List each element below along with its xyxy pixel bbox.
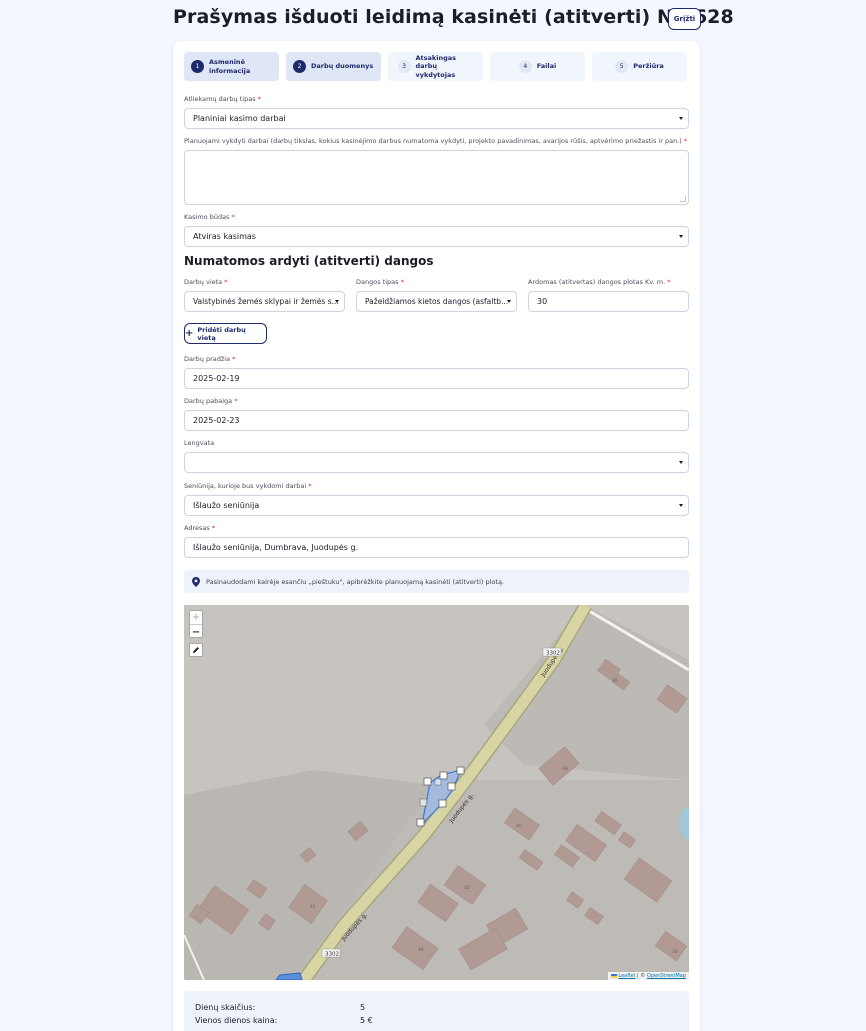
discount-label: Lengvata xyxy=(184,439,215,447)
leaflet-link[interactable]: Leaflet xyxy=(618,973,635,979)
address-input[interactable]: Išlaužo seniūnija, Dumbrava, Juodupės g. xyxy=(184,537,689,558)
house-number: 34 xyxy=(672,949,678,955)
step-label: Darbų duomenys xyxy=(311,62,374,71)
house-number: 44 xyxy=(418,947,424,953)
chevron-down-icon xyxy=(679,235,683,238)
add-work-place-button[interactable]: + Pridėti darbų vietą xyxy=(184,323,267,344)
area-label: Ardomas (atitvertas) dangos plotas Kv. m… xyxy=(528,278,671,286)
location-pin-icon xyxy=(192,576,200,587)
planned-work-textarea[interactable] xyxy=(184,150,689,205)
zoom-control: + − xyxy=(189,610,203,638)
eldership-label: Seniūnija, kurioje bus vykdomi darbai * xyxy=(184,482,312,490)
pencil-icon xyxy=(193,647,199,653)
surface-type-label: Dangos tipas * xyxy=(356,278,404,286)
add-work-place-label: Pridėti darbų vietą xyxy=(197,325,246,342)
back-button[interactable]: Grįžti xyxy=(668,8,701,30)
form-card: 1 Asmeninė informacija 2 Darbų duomenys … xyxy=(173,41,700,1031)
end-date-label: Darbų pabaiga * xyxy=(184,397,238,405)
step-label: Asmeninė informacija xyxy=(209,58,251,75)
section-title: Numatomos ardyti (atitverti) dangos xyxy=(184,254,434,268)
map-hint-text: Pasinaudodami kairėje esančiu „pieštuku"… xyxy=(206,577,505,586)
start-date-input[interactable]: 2025-02-19 xyxy=(184,368,689,389)
end-date-input[interactable]: 2025-02-23 xyxy=(184,410,689,431)
summary-box: Dienų skaičius: 5 Vienos dienos kaina: 5… xyxy=(184,991,689,1031)
map[interactable]: Juodupės g. Juodupės g. Juodupės g. 3302… xyxy=(184,605,689,980)
house-number: 42 xyxy=(464,885,470,891)
dig-method-label: Kasimo būdas * xyxy=(184,213,235,221)
eldership-select[interactable]: Išlaužo seniūnija xyxy=(184,495,689,516)
work-place-select[interactable]: Valstybinės žemės sklypai ir žemės s... xyxy=(184,291,345,312)
house-number: 36 xyxy=(562,766,568,772)
step-label: Atsakingas darbų vykdytojas xyxy=(415,53,456,79)
work-type-label: Atliekamų darbų tipas * xyxy=(184,95,261,103)
step-files[interactable]: 4 Failai xyxy=(490,52,585,81)
chevron-down-icon xyxy=(507,300,511,303)
step-number: 5 xyxy=(615,60,629,73)
planned-work-label: Planuojami vykdyti darbai (darbų tikslas… xyxy=(184,137,688,145)
chevron-down-icon xyxy=(679,117,683,120)
osm-link[interactable]: OpenStreetMap xyxy=(647,973,686,979)
house-number: 41 xyxy=(310,904,316,910)
step-label: Failai xyxy=(536,62,557,71)
start-date-label: Darbų pradžia * xyxy=(184,355,236,363)
step-number: 2 xyxy=(293,60,306,73)
house-number: 40 xyxy=(516,823,522,829)
attribution-separator: | © xyxy=(635,973,647,979)
zoom-out-button[interactable]: − xyxy=(190,625,202,639)
map-attribution: Leaflet | © OpenStreetMap xyxy=(607,972,689,980)
ukraine-flag-icon xyxy=(610,973,617,978)
road-code-label: 3302 xyxy=(546,651,560,657)
surface-type-select[interactable]: Pažeidžiamos kietos dangos (asfaltb... xyxy=(356,291,517,312)
area-input[interactable]: 30 xyxy=(528,291,689,312)
chevron-down-icon xyxy=(679,461,683,464)
step-personal-info[interactable]: 1 Asmeninė informacija xyxy=(184,52,279,81)
chevron-down-icon xyxy=(679,504,683,507)
chevron-down-icon xyxy=(335,300,339,303)
step-review[interactable]: 5 Peržiūra xyxy=(592,52,687,81)
draw-polygon-button[interactable] xyxy=(189,643,203,657)
step-label: Peržiūra xyxy=(633,62,664,71)
road-code-label: 3302 xyxy=(325,952,339,958)
stepper: 1 Asmeninė informacija 2 Darbų duomenys … xyxy=(184,52,687,81)
page-title: Prašymas išduoti leidimą kasinėti (atitv… xyxy=(173,6,734,28)
work-place-label: Darbų vieta * xyxy=(184,278,228,286)
step-responsible-executor[interactable]: 3 Atsakingas darbų vykdytojas xyxy=(388,52,483,81)
day-price-label: Vienos dienos kaina: xyxy=(195,1016,278,1025)
plus-icon: + xyxy=(185,327,194,339)
discount-select[interactable] xyxy=(184,452,689,473)
address-label: Adresas * xyxy=(184,524,216,532)
days-count-label: Dienų skaičius: xyxy=(195,1003,256,1012)
map-hint: Pasinaudodami kairėje esančiu „pieštuku"… xyxy=(184,570,689,593)
step-number: 4 xyxy=(518,60,532,73)
dig-method-select[interactable]: Atviras kasimas xyxy=(184,226,689,247)
step-work-data[interactable]: 2 Darbų duomenys xyxy=(286,52,381,81)
work-type-select[interactable]: Planiniai kasimo darbai xyxy=(184,108,689,129)
days-count-value: 5 xyxy=(360,1003,366,1012)
day-price-value: 5 € xyxy=(360,1016,373,1025)
step-number: 1 xyxy=(191,60,204,73)
resize-handle-icon[interactable] xyxy=(680,196,686,202)
zoom-in-button[interactable]: + xyxy=(190,611,202,625)
step-number: 3 xyxy=(397,60,411,73)
map-tiles[interactable]: Juodupės g. Juodupės g. Juodupės g. 3302… xyxy=(184,605,689,980)
house-number: 16 xyxy=(612,678,618,684)
